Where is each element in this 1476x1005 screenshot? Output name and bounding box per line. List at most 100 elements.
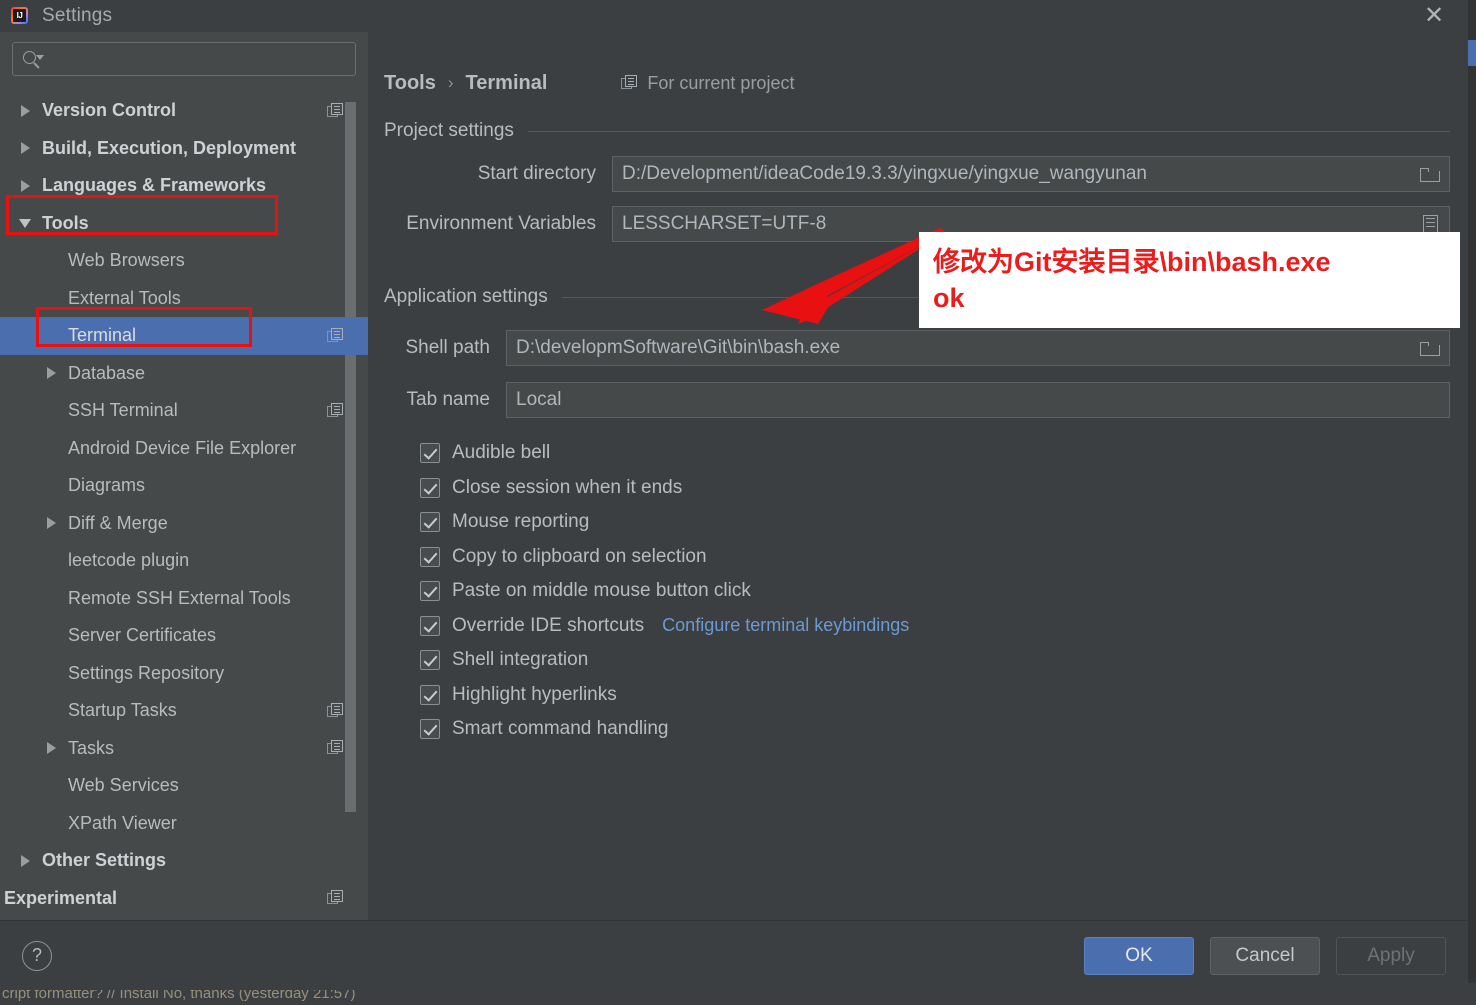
sidebar-item-build-execution-deployment[interactable]: Build, Execution, Deployment <box>0 130 368 168</box>
sidebar-item-terminal[interactable]: Terminal <box>0 317 368 355</box>
chevron-right-icon[interactable] <box>12 854 38 867</box>
ok-button[interactable]: OK <box>1084 936 1194 975</box>
close-icon[interactable]: ✕ <box>1414 0 1454 32</box>
checkbox-highlight-hyperlinks[interactable] <box>420 684 440 705</box>
start-directory-browse-button[interactable] <box>1411 157 1449 191</box>
sidebar-item-label: leetcode plugin <box>68 550 190 571</box>
tab-name-input[interactable] <box>507 383 1449 417</box>
sidebar-item-label: Experimental <box>4 887 118 908</box>
checkbox-row[interactable]: Smart command handling <box>420 712 1450 747</box>
project-scope-icon <box>327 327 344 344</box>
sidebar-item-experimental[interactable]: Experimental <box>0 880 368 918</box>
sidebar-item-web-services[interactable]: Web Services <box>0 767 368 805</box>
for-current-project-label: For current project <box>647 72 795 93</box>
sidebar-item-label: Tasks <box>68 737 115 758</box>
for-current-project-badge: For current project <box>621 73 794 94</box>
shell-path-browse-button[interactable] <box>1411 331 1449 365</box>
checkbox-override-ide-shortcuts[interactable] <box>420 615 440 636</box>
sidebar-item-label: Web Browsers <box>68 250 185 271</box>
tab-name-row: Tab name <box>384 382 1450 418</box>
configure-terminal-keybindings-link[interactable]: Configure terminal keybindings <box>662 615 909 636</box>
apply-button[interactable]: Apply <box>1336 936 1446 975</box>
sidebar-item-languages-frameworks[interactable]: Languages & Frameworks <box>0 167 368 205</box>
checkbox-audible-bell[interactable] <box>420 443 440 464</box>
sidebar-item-other-settings[interactable]: Other Settings <box>0 842 368 880</box>
sidebar-item-tasks[interactable]: Tasks <box>0 730 368 768</box>
checkbox-row[interactable]: Copy to clipboard on selection <box>420 540 1450 575</box>
breadcrumb: Tools › Terminal For current project <box>384 68 1450 98</box>
sidebar-item-label: Database <box>68 362 146 383</box>
project-scope-icon <box>327 740 344 756</box>
checkbox-paste-on-middle-mouse-button-click[interactable] <box>420 581 440 602</box>
start-directory-row: Start directory <box>384 156 1450 192</box>
chevron-right-icon[interactable] <box>12 179 38 192</box>
chevron-right-icon[interactable] <box>38 367 64 380</box>
start-directory-field[interactable] <box>612 156 1450 192</box>
checkbox-row[interactable]: Paste on middle mouse button click <box>420 574 1450 609</box>
checkbox-row[interactable]: Shell integration <box>420 643 1450 678</box>
checkbox-close-session-when-it-ends[interactable] <box>420 477 440 498</box>
sidebar-item-label: Web Services <box>68 775 179 796</box>
sidebar-item-database[interactable]: Database <box>0 355 368 393</box>
annotation-callout: 修改为Git安装目录\bin\bash.exe ok <box>919 232 1460 328</box>
checkbox-smart-command-handling[interactable] <box>420 719 440 740</box>
sidebar-item-label: Other Settings <box>42 850 167 871</box>
sidebar-item-leetcode-plugin[interactable]: leetcode plugin <box>0 542 368 580</box>
search-box[interactable] <box>12 42 356 76</box>
checkbox-label: Override IDE shortcuts <box>452 614 645 636</box>
project-scope-icon <box>621 75 638 91</box>
sidebar-item-label: Build, Execution, Deployment <box>42 137 297 158</box>
folder-icon <box>1420 341 1440 356</box>
sidebar-item-label: Startup Tasks <box>68 700 177 721</box>
chevron-right-icon[interactable] <box>12 142 38 155</box>
settings-tree[interactable]: Version Control Build, Execution, Deploym… <box>0 82 368 920</box>
checkbox-row[interactable]: Close session when it ends <box>420 471 1450 506</box>
tab-name-field[interactable] <box>506 382 1450 418</box>
checkbox-label: Mouse reporting <box>452 511 590 533</box>
sidebar-item-label: XPath Viewer <box>68 812 177 833</box>
sidebar-item-remote-ssh-external-tools[interactable]: Remote SSH External Tools <box>0 580 368 618</box>
sidebar-item-settings-repository[interactable]: Settings Repository <box>0 655 368 693</box>
terminal-options-list: Audible bell Close session when it ends Mo… <box>420 436 1450 747</box>
checkbox-row[interactable]: Audible bell <box>420 436 1450 471</box>
checkbox-row[interactable]: Mouse reporting <box>420 505 1450 540</box>
sidebar-item-tools[interactable]: Tools <box>0 205 368 243</box>
breadcrumb-separator-icon: › <box>447 73 454 92</box>
project-scope-icon <box>327 402 344 419</box>
start-directory-input[interactable] <box>613 157 1411 191</box>
checkbox-label: Copy to clipboard on selection <box>452 545 707 567</box>
chevron-right-icon[interactable] <box>38 742 64 755</box>
sidebar-item-diagrams[interactable]: Diagrams <box>0 467 368 505</box>
breadcrumb-parent[interactable]: Tools <box>384 72 436 95</box>
sidebar-item-version-control[interactable]: Version Control <box>0 92 368 130</box>
chevron-right-icon[interactable] <box>38 517 64 530</box>
cancel-button[interactable]: Cancel <box>1210 936 1320 975</box>
sidebar-item-diff-merge[interactable]: Diff & Merge <box>0 505 368 543</box>
sidebar-item-label: Settings Repository <box>68 662 225 683</box>
shell-path-field[interactable] <box>506 330 1450 366</box>
help-button[interactable]: ? <box>22 940 52 971</box>
sidebar-item-server-certificates[interactable]: Server Certificates <box>0 617 368 655</box>
checkbox-row[interactable]: Highlight hyperlinks <box>420 678 1450 713</box>
search-input[interactable] <box>43 50 347 68</box>
chevron-right-icon[interactable] <box>12 104 38 117</box>
checkbox-shell-integration[interactable] <box>420 650 440 671</box>
sidebar-item-ssh-terminal[interactable]: SSH Terminal <box>0 392 368 430</box>
checkbox-copy-to-clipboard-on-selection[interactable] <box>420 546 440 567</box>
sidebar-item-android-device-file-explorer[interactable]: Android Device File Explorer <box>0 430 368 468</box>
shell-path-input[interactable] <box>507 331 1411 365</box>
dialog-footer: ? OK Cancel Apply <box>0 920 1468 990</box>
sidebar-item-external-tools[interactable]: External Tools <box>0 280 368 318</box>
checkbox-row[interactable]: Override IDE shortcuts Configure terminal… <box>420 609 1450 644</box>
shell-path-label: Shell path <box>405 337 490 358</box>
sidebar-item-web-browsers[interactable]: Web Browsers <box>0 242 368 280</box>
chevron-down-icon[interactable] <box>12 218 38 228</box>
environment-variables-label: Environment Variables <box>406 213 596 234</box>
checkbox-mouse-reporting[interactable] <box>420 512 440 533</box>
folder-icon <box>1420 167 1440 182</box>
sidebar-item-xpath-viewer[interactable]: XPath Viewer <box>0 805 368 843</box>
sidebar-item-startup-tasks[interactable]: Startup Tasks <box>0 692 368 730</box>
dialog-title: Settings <box>42 5 113 26</box>
sidebar-item-label: SSH Terminal <box>68 400 178 421</box>
settings-main-panel: Tools › Terminal For current project Pro… <box>368 32 1468 920</box>
